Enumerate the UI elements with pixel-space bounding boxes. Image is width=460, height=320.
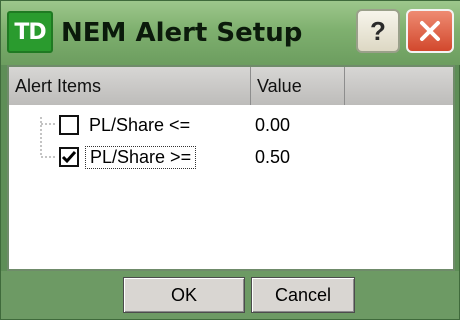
list-item[interactable]: PL/Share >= — [59, 145, 197, 169]
alert-value[interactable]: 0.50 — [255, 147, 290, 168]
window-title: NEM Alert Setup — [61, 18, 303, 48]
button-bar: OK Cancel — [1, 271, 459, 319]
td-logo-icon: TD — [7, 11, 53, 53]
help-icon: ? — [370, 15, 386, 46]
alert-value[interactable]: 0.00 — [255, 115, 290, 136]
title-bar[interactable]: TD NEM Alert Setup ? — [1, 1, 460, 65]
alert-setup-window: TD NEM Alert Setup ? Alert Items Value P… — [0, 0, 460, 320]
ok-button[interactable]: OK — [123, 277, 245, 313]
help-button[interactable]: ? — [356, 9, 400, 53]
close-icon — [420, 21, 440, 41]
alert-checkbox-unchecked[interactable] — [59, 115, 79, 135]
alert-items-panel: Alert Items Value PL/Share <= 0.00 PL/Sh… — [7, 65, 455, 271]
alert-checkbox-checked[interactable] — [59, 147, 79, 167]
close-button[interactable] — [406, 9, 454, 53]
column-header-empty — [345, 67, 453, 105]
alert-item-label: PL/Share <= — [89, 114, 191, 135]
list-item[interactable]: PL/Share <= — [59, 113, 190, 137]
checkmark-icon — [61, 151, 77, 164]
column-header-value[interactable]: Value — [251, 67, 345, 105]
alert-item-label: PL/Share >= — [85, 145, 197, 169]
cancel-button[interactable]: Cancel — [251, 277, 355, 313]
